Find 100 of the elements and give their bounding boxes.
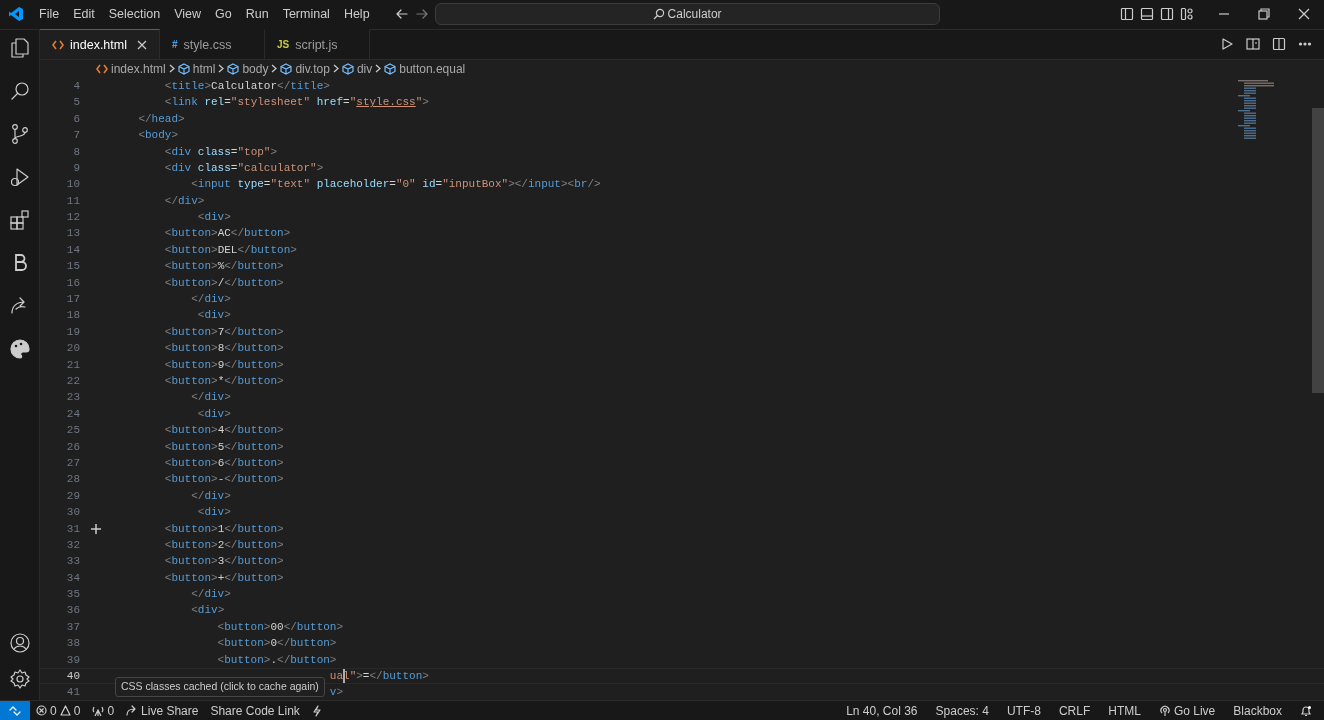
editor-tab[interactable]: index.html (40, 29, 160, 60)
bell-icon[interactable] (1300, 704, 1312, 717)
line-number: 23 (65, 390, 80, 406)
breadcrumb-item[interactable]: div (341, 59, 373, 78)
code-line: <link rel="stylesheet" href="style.css"> (164, 95, 429, 111)
line-number: 10 (65, 177, 80, 193)
command-center[interactable]: Calculator (434, 3, 940, 26)
line-number: 11 (65, 193, 80, 209)
line-number: 39 (65, 652, 80, 668)
customize-layout-icon[interactable] (1180, 7, 1194, 22)
cube-icon (341, 62, 354, 75)
line-number: 41 (65, 685, 80, 701)
line-number: 40 (65, 669, 80, 685)
code-line: <button>*</button> (164, 374, 284, 389)
status-item[interactable]: Blackbox (1227, 701, 1288, 720)
scrollbar-thumb[interactable] (1312, 107, 1324, 393)
breadcrumb-item[interactable]: html (177, 59, 216, 78)
extensions-icon[interactable] (7, 207, 32, 232)
menu-item[interactable]: File (32, 5, 67, 24)
code-line: <div> (191, 603, 225, 619)
cube-icon (384, 62, 397, 75)
plus-icon[interactable] (90, 522, 102, 535)
layout-panel-icon[interactable] (1140, 7, 1154, 22)
close-icon[interactable] (1298, 8, 1310, 21)
cube-icon (280, 62, 293, 75)
layout-secondary-icon[interactable] (1160, 7, 1174, 22)
editor-tab[interactable]: # style.css (160, 29, 265, 60)
line-number: 29 (65, 488, 80, 504)
menu-item[interactable]: Edit (66, 5, 102, 24)
layout-sidebar-icon[interactable] (1120, 7, 1134, 22)
live-share-button[interactable]: Live Share (120, 701, 205, 720)
line-number: 13 (65, 226, 80, 242)
close-icon[interactable] (137, 39, 147, 50)
line-number: 17 (65, 292, 80, 308)
lightning-icon[interactable] (311, 704, 322, 717)
line-number: 31 (65, 521, 80, 537)
code-line: </div> (191, 292, 231, 308)
error-icon (36, 705, 47, 716)
code-line: <button>7</button> (164, 324, 284, 340)
preview-icon[interactable] (1246, 37, 1260, 52)
code-line: <title>Calculator</title> (164, 78, 330, 94)
menu-item[interactable]: Go (208, 5, 239, 24)
status-item[interactable]: Spaces: 4 (929, 701, 995, 720)
go-live-button[interactable]: Go Live (1152, 701, 1222, 720)
status-item[interactable]: Share Code Link (204, 701, 306, 720)
code-line: <div class="calculator"> (164, 160, 324, 176)
line-number: 16 (65, 275, 80, 291)
palette-icon[interactable] (7, 336, 32, 361)
line-number: 33 (65, 554, 80, 570)
status-item[interactable]: UTF-8 (1000, 701, 1047, 720)
chevron-icon (332, 64, 339, 74)
line-number: 18 (65, 308, 80, 324)
menu-item[interactable]: Terminal (275, 5, 337, 24)
split-editor-icon[interactable] (1272, 37, 1286, 52)
code-line: <button>%</button> (164, 259, 284, 275)
code-line: <button>00</button> (217, 619, 344, 635)
line-number: 25 (65, 423, 80, 439)
code-line: <div class="top"> (164, 144, 278, 160)
html-file-icon (96, 63, 108, 74)
cube-icon (227, 62, 240, 75)
menu-item[interactable]: Help (336, 5, 377, 24)
problems-button[interactable]: 0 0 (30, 701, 87, 720)
search-icon (652, 8, 665, 21)
chevron-icon (375, 64, 382, 74)
file-type-icon: JS (277, 37, 290, 53)
remote-button[interactable] (0, 701, 30, 720)
status-item[interactable]: CRLF (1052, 701, 1097, 720)
code-line: v> (329, 685, 344, 701)
account-icon[interactable] (7, 631, 32, 656)
menu-item[interactable]: Selection (101, 5, 168, 24)
code-line: </div> (191, 390, 231, 406)
code-line: <button>2</button> (164, 537, 284, 553)
status-item[interactable]: Ln 40, Col 36 (840, 701, 924, 720)
antenna-icon (92, 704, 105, 717)
line-number: 24 (65, 406, 80, 422)
status-item[interactable]: HTML (1102, 701, 1147, 720)
line-number: 28 (65, 472, 80, 488)
code-line: <button>0</button> (217, 636, 337, 652)
ports-button[interactable]: 0 (86, 701, 121, 720)
line-number: 32 (65, 537, 80, 553)
run-icon[interactable] (1220, 37, 1234, 52)
line-number: 21 (65, 357, 80, 373)
line-number: 22 (65, 374, 80, 389)
code-line: <div> (197, 210, 231, 226)
line-number: 34 (65, 570, 80, 586)
menu-item[interactable]: View (167, 5, 208, 24)
code-line: <button>8</button> (164, 341, 284, 357)
chevron-icon (218, 64, 225, 74)
line-number: 35 (65, 587, 80, 603)
restore-icon[interactable] (1258, 8, 1270, 21)
menu-item[interactable]: Run (238, 5, 276, 24)
line-number: 36 (65, 603, 80, 619)
html-file-icon (52, 39, 64, 50)
breadcrumb-item[interactable]: button.equal (384, 59, 466, 78)
breadcrumb-item[interactable]: div.top (280, 59, 330, 78)
breadcrumb-item[interactable]: body (227, 59, 269, 78)
code-line: <button>4</button> (164, 423, 284, 439)
line-number: 20 (65, 341, 80, 357)
editor-tab[interactable]: JS script.js (265, 29, 370, 60)
breadcrumb-item[interactable]: index.html (96, 59, 166, 78)
